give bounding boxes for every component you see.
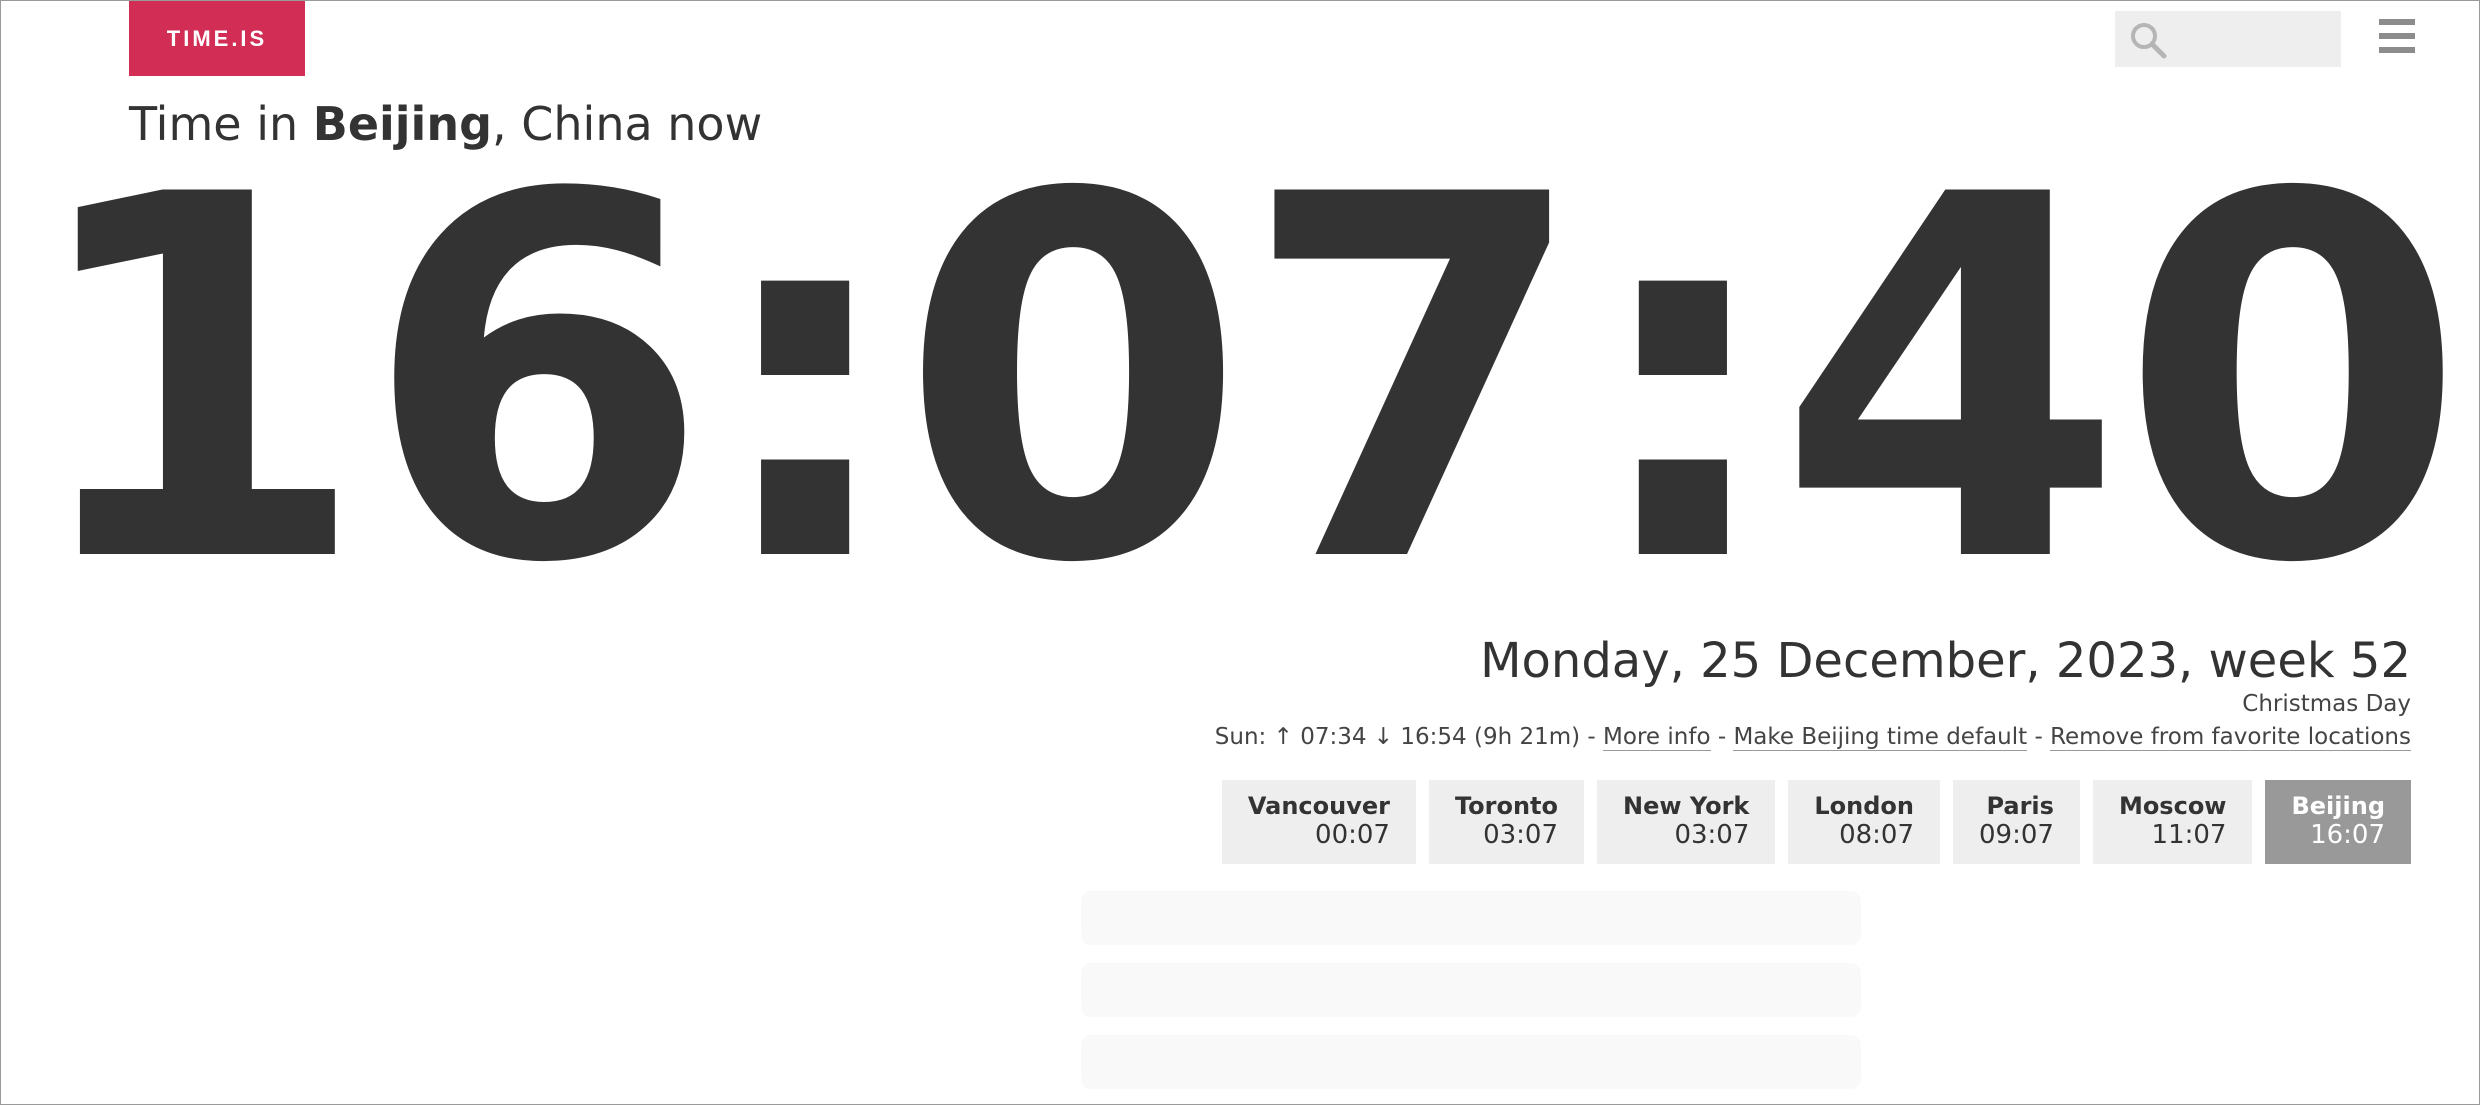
sunset-arrow-icon: ↓ — [1373, 724, 1394, 750]
current-date: Monday, 25 December, 2023, week 52 — [1480, 633, 2411, 689]
holiday-label: Christmas Day — [2242, 691, 2411, 717]
sunrise-time: 07:34 — [1292, 724, 1374, 750]
city-time: 08:07 — [1839, 820, 1914, 850]
city-tile-paris[interactable]: Paris 09:07 — [1953, 780, 2080, 864]
separator: - — [2027, 724, 2051, 750]
make-default-link[interactable]: Make Beijing time default — [1733, 724, 2028, 751]
city-name: Vancouver — [1247, 792, 1390, 820]
sun-prefix: Sun: — [1214, 724, 1274, 750]
search-box[interactable] — [2115, 11, 2341, 69]
city-name: Paris — [1986, 792, 2054, 820]
city-tile-moscow[interactable]: Moscow 11:07 — [2092, 780, 2253, 864]
city-tile-london[interactable]: London 08:07 — [1788, 780, 1940, 864]
city-tile-beijing[interactable]: Beijing 16:07 — [2265, 780, 2411, 864]
sun-info: Sun: ↑ 07:34 ↓ 16:54 (9h 21m) - More inf… — [1214, 724, 2411, 751]
current-time-clock: 16:07:40 — [21, 90, 2466, 672]
separator: - — [1710, 724, 1734, 750]
hamburger-menu-icon[interactable] — [2379, 19, 2415, 55]
search-input[interactable] — [2173, 11, 2337, 69]
more-info-link[interactable]: More info — [1603, 724, 1711, 751]
sunset-time: 16:54 (9h 21m) - — [1393, 724, 1604, 750]
search-icon — [2131, 23, 2167, 59]
city-tile-vancouver[interactable]: Vancouver 00:07 — [1221, 780, 1416, 864]
remove-favorite-link[interactable]: Remove from favorite locations — [2050, 724, 2411, 751]
city-tile-new-york[interactable]: New York 03:07 — [1597, 780, 1776, 864]
city-name: Moscow — [2118, 792, 2227, 820]
faded-background-text — [1081, 891, 1861, 1106]
city-name: Beijing — [2291, 792, 2385, 820]
logo-button[interactable]: TIME.IS — [129, 1, 305, 76]
city-tile-toronto[interactable]: Toronto 03:07 — [1428, 780, 1585, 864]
city-name: Toronto — [1454, 792, 1559, 820]
sunrise-arrow-icon: ↑ — [1273, 724, 1293, 750]
city-name: London — [1814, 792, 1914, 820]
city-time: 16:07 — [2310, 820, 2385, 850]
city-time: 00:07 — [1315, 820, 1390, 850]
city-time: 03:07 — [1674, 820, 1750, 850]
favorite-cities-bar: Vancouver 00:07 Toronto 03:07 New York 0… — [1221, 780, 2411, 864]
city-time: 11:07 — [2151, 820, 2227, 850]
city-name: New York — [1623, 792, 1750, 820]
city-time: 09:07 — [1979, 820, 2054, 850]
city-time: 03:07 — [1483, 820, 1559, 850]
